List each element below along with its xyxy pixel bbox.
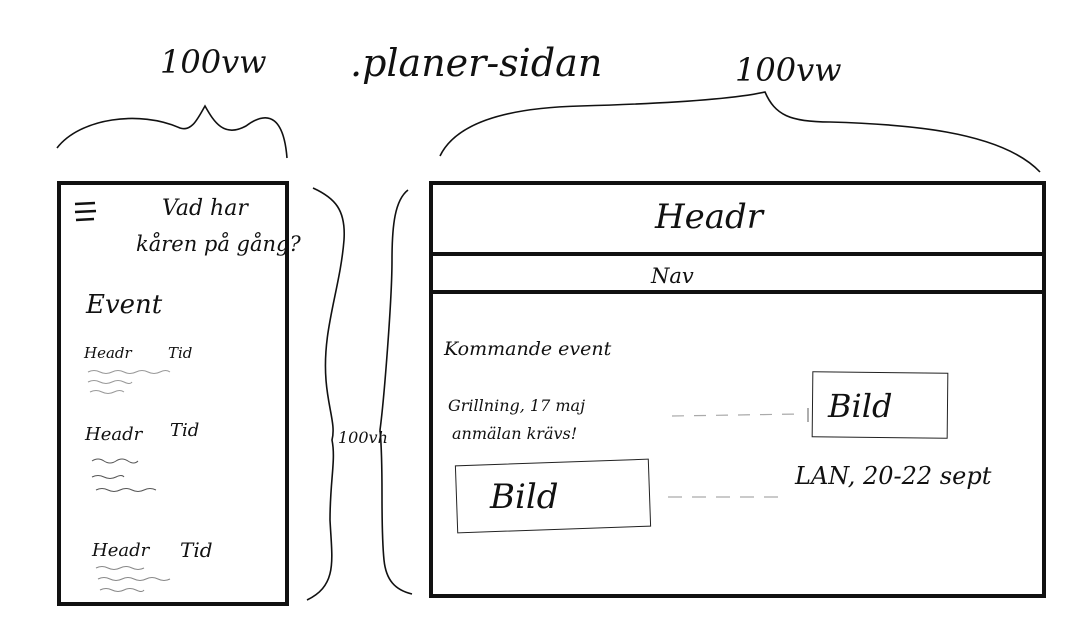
mobile-height-brace-right xyxy=(306,187,345,601)
nav-divider xyxy=(429,290,1046,294)
mobile-width-label: 100vw xyxy=(160,43,267,81)
mobile-height-label: 100vh xyxy=(338,428,388,447)
desktop-width-brace xyxy=(439,91,1041,173)
header-divider xyxy=(429,252,1046,256)
page-name-label: .planer-sidan xyxy=(350,41,603,85)
desktop-width-label: 100vw xyxy=(735,51,842,89)
desktop-wireframe xyxy=(429,181,1046,598)
desktop-section-title: Kommande event xyxy=(444,338,612,360)
event-1-text-line2: anmälan krävs! xyxy=(452,424,578,443)
event-1-header[interactable]: Headr xyxy=(84,346,132,361)
event-2-header[interactable]: Headr xyxy=(85,426,142,444)
event-1-text-line1: Grillning, 17 maj xyxy=(448,396,586,415)
mobile-width-brace xyxy=(56,104,288,159)
desktop-header: Headr xyxy=(655,197,764,237)
desktop-height-brace-left xyxy=(379,189,413,595)
mobile-title-line1: Vad har xyxy=(162,196,248,221)
desktop-nav[interactable]: Nav xyxy=(651,266,694,287)
event-2-image-label: Bild xyxy=(490,477,559,517)
event-1-time: Tid xyxy=(168,344,193,362)
mobile-section-title: Event xyxy=(86,290,163,320)
event-2-time: Tid xyxy=(170,420,200,441)
event-3-header[interactable]: Headr xyxy=(92,542,149,560)
event-3-time: Tid xyxy=(180,538,213,562)
event-2-text: LAN, 20-22 sept xyxy=(795,462,992,490)
event-1-image-label: Bild xyxy=(828,387,893,425)
mobile-title-line2: kåren på gång? xyxy=(136,232,301,256)
